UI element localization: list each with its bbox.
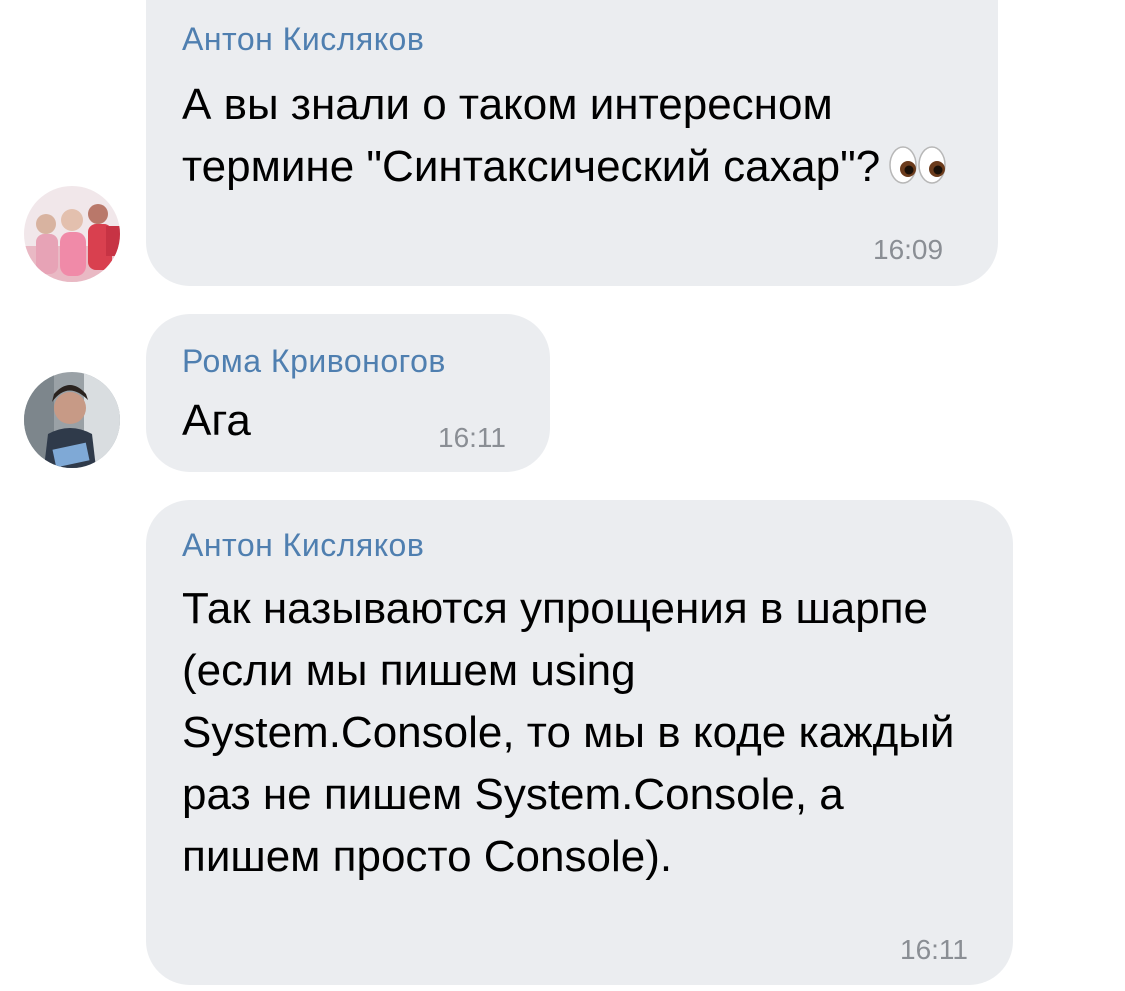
author-name[interactable]: Рома Кривоногов: [182, 342, 446, 380]
message-bubble: Рома Кривоногов Ага 16:11: [146, 314, 550, 472]
avatar[interactable]: [24, 186, 120, 282]
message-time: 16:11: [900, 934, 968, 965]
author-name[interactable]: Антон Кисляков: [182, 20, 424, 58]
group-photo-icon: [24, 186, 120, 282]
message-text: Так называются упрощения в шарпе (если м…: [182, 584, 967, 881]
message-bubble: Антон Кисляков А вы знали о таком интере…: [146, 0, 998, 286]
user-photo-icon: [24, 372, 120, 468]
avatar[interactable]: [24, 372, 120, 468]
message-bubble: Антон Кисляков Так называются упрощения …: [146, 500, 1013, 985]
message-text-content: А вы знали о таком интересном термине "С…: [182, 80, 881, 191]
eyes-emoji-icon: [888, 140, 948, 202]
message-time: 16:11: [438, 422, 506, 453]
author-name[interactable]: Антон Кисляков: [182, 526, 424, 564]
message-time: 16:09: [873, 234, 944, 265]
message-text: А вы знали о таком интересном термине "С…: [182, 74, 972, 202]
message-text: Ага: [182, 396, 251, 445]
